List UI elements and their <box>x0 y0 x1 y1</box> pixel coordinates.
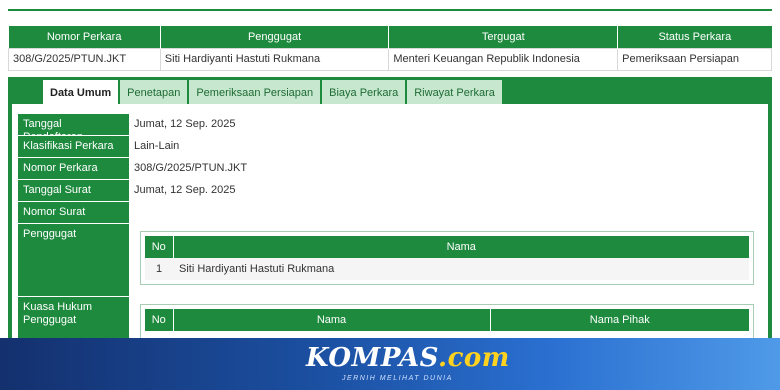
col-no: No <box>145 236 174 258</box>
cell-status: Pemeriksaan Persiapan <box>617 47 772 71</box>
col-nama: Nama <box>173 236 749 258</box>
col-nama: Nama <box>173 309 491 331</box>
top-divider <box>8 9 772 11</box>
cell-penggugat: Siti Hardiyanti Hastuti Rukmana <box>159 47 390 71</box>
label-tanggal-surat: Tanggal Surat <box>18 180 129 201</box>
kompas-logo[interactable]: KOMPAS.com <box>306 343 510 373</box>
col-status-perkara: Status Perkara <box>617 26 772 48</box>
value-klasifikasi-perkara: Lain-Lain <box>134 140 180 152</box>
cell-nomor-perkara: 308/G/2025/PTUN.JKT <box>8 47 161 71</box>
kompas-tagline: JERNIH MELIHAT DUNIA <box>342 375 453 382</box>
brand-main: KOMPAS <box>306 343 439 373</box>
tab-pemeriksaan-persiapan[interactable]: Pemeriksaan Persiapan <box>188 79 322 105</box>
label-tanggal-pendaftaran: Tanggal Pendaftaran <box>18 114 129 143</box>
col-no: No <box>145 309 174 331</box>
table-row[interactable]: 308/G/2025/PTUN.JKT Siti Hardiyanti Hast… <box>8 47 772 71</box>
value-nomor-perkara: 308/G/2025/PTUN.JKT <box>134 162 248 174</box>
case-summary-table: Nomor Perkara Penggugat Tergugat Status … <box>8 26 772 71</box>
tab-biaya-perkara[interactable]: Biaya Perkara <box>321 79 407 105</box>
col-nama-pihak: Nama Pihak <box>490 309 749 331</box>
value-tanggal-pendaftaran: Jumat, 12 Sep. 2025 <box>134 118 236 130</box>
table-row[interactable]: 1 Siti Hardiyanti Hastuti Rukmana <box>145 258 749 280</box>
brand-suffix: .com <box>438 343 510 373</box>
col-penggugat: Penggugat <box>160 26 390 48</box>
detail-tabs: Data Umum Penetapan Pemeriksaan Persiapa… <box>42 79 503 105</box>
cell-nama: Siti Hardiyanti Hastuti Rukmana <box>173 258 749 280</box>
col-nomor-perkara: Nomor Perkara <box>8 26 161 48</box>
label-nomor-perkara: Nomor Perkara <box>18 158 129 179</box>
label-penggugat: Penggugat <box>18 224 129 296</box>
label-klasifikasi-perkara: Klasifikasi Perkara <box>18 136 129 157</box>
cell-tergugat: Menteri Keuangan Republik Indonesia <box>388 47 619 71</box>
penggugat-table: No Nama 1 Siti Hardiyanti Hastuti Rukman… <box>140 231 754 285</box>
tab-data-umum[interactable]: Data Umum <box>42 79 120 105</box>
cell-no: 1 <box>145 258 173 280</box>
value-tanggal-surat: Jumat, 12 Sep. 2025 <box>134 184 236 196</box>
label-nomor-surat: Nomor Surat <box>18 202 129 223</box>
col-tergugat: Tergugat <box>388 26 619 48</box>
tab-riwayat-perkara[interactable]: Riwayat Perkara <box>406 79 503 105</box>
tab-penetapan[interactable]: Penetapan <box>119 79 189 105</box>
